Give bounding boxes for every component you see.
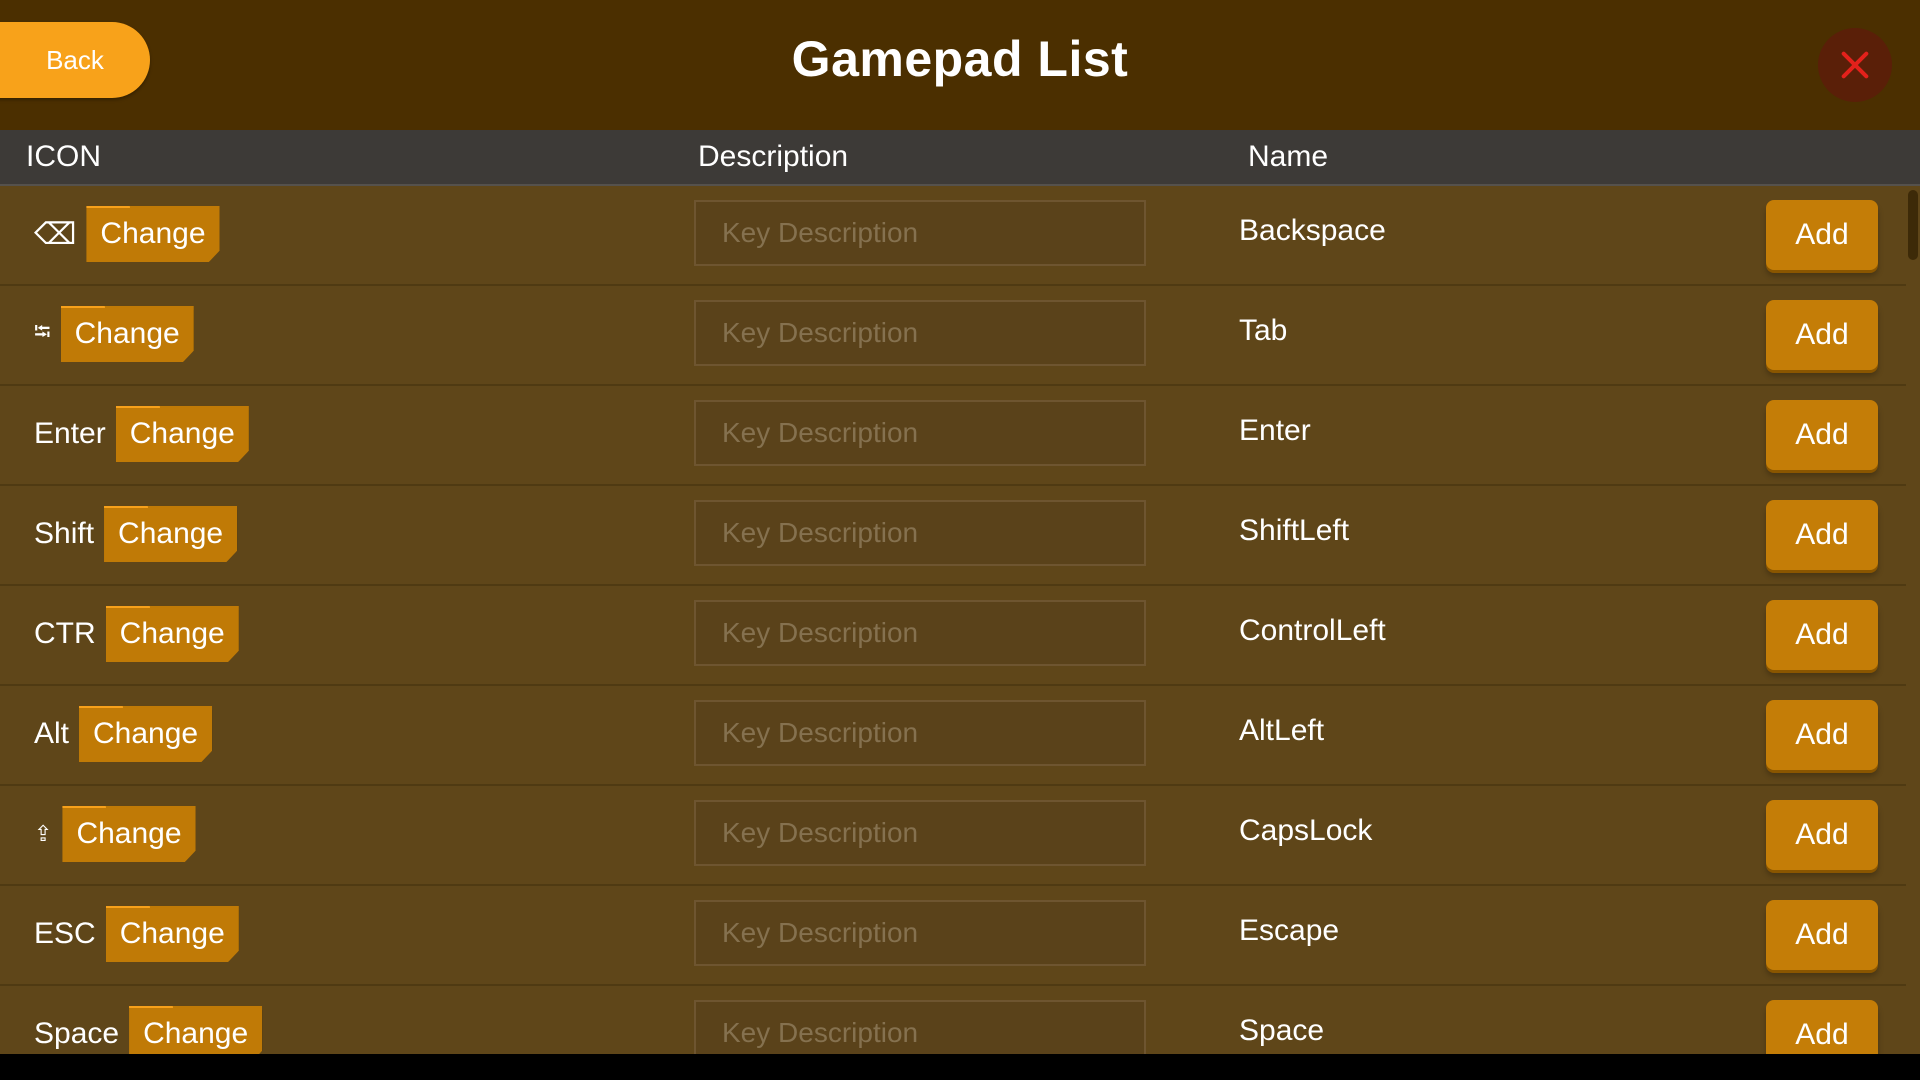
icon-cell: ⌫ Change — [34, 186, 220, 282]
key-description-input[interactable] — [694, 500, 1146, 566]
change-button-tab — [115, 406, 160, 408]
header-bar: Back Gamepad List — [0, 0, 1920, 130]
key-row: Space Change Space Add — [0, 986, 1906, 1054]
key-list[interactable]: ⌫ Change Backspace Add ⭾ Change Tab Add Enter Cha… — [0, 186, 1906, 1054]
key-name: Escape — [1239, 914, 1340, 947]
key-description-input[interactable] — [694, 300, 1146, 366]
icon-cell: Alt Change — [34, 686, 213, 782]
change-button[interactable]: Change — [86, 206, 220, 262]
key-row: ESC Change Escape Add — [0, 886, 1906, 986]
key-row: ⭾ Change Tab Add — [0, 286, 1906, 386]
tab-icon: ⭾ — [34, 319, 51, 344]
change-button[interactable]: Change — [129, 1006, 263, 1054]
change-button[interactable]: Change — [60, 306, 194, 362]
change-button-label: Change — [76, 817, 182, 850]
change-button[interactable]: Change — [104, 506, 238, 562]
enter-key-label: Enter — [34, 417, 106, 450]
change-button-tab — [129, 1006, 174, 1008]
column-header: ICON Description Name — [0, 130, 1920, 186]
change-button-label: Change — [129, 417, 235, 450]
key-description-input[interactable] — [694, 700, 1146, 766]
change-button-label: Change — [143, 1017, 249, 1050]
change-button-label: Change — [93, 717, 199, 750]
change-button-tab — [60, 306, 105, 308]
add-button[interactable]: Add — [1766, 700, 1878, 770]
escape-key-label: ESC — [34, 917, 96, 950]
change-button-label: Change — [119, 917, 225, 950]
scrollbar-thumb[interactable] — [1908, 190, 1918, 260]
key-description-input[interactable] — [694, 400, 1146, 466]
add-button[interactable]: Add — [1766, 1000, 1878, 1054]
key-description-input[interactable] — [694, 900, 1146, 966]
key-description-input[interactable] — [694, 600, 1146, 666]
add-button[interactable]: Add — [1766, 900, 1878, 970]
icon-cell: ⇪ Change — [34, 786, 196, 882]
scrollbar-track[interactable] — [1906, 186, 1920, 1054]
key-row: ⇪ Change CapsLock Add — [0, 786, 1906, 886]
key-row: Alt Change AltLeft Add — [0, 686, 1906, 786]
change-button-tab — [62, 806, 107, 808]
change-button-tab — [104, 506, 149, 508]
change-button-tab — [79, 706, 124, 708]
backspace-icon: ⌫ — [34, 217, 77, 251]
key-name: Enter — [1239, 414, 1311, 447]
key-name: Tab — [1239, 314, 1288, 347]
icon-cell: Enter Change — [34, 386, 249, 482]
key-row: ⌫ Change Backspace Add — [0, 186, 1906, 286]
close-icon — [1840, 50, 1870, 80]
add-button[interactable]: Add — [1766, 200, 1878, 270]
shift-key-label: Shift — [34, 517, 95, 550]
bottom-bar — [0, 1054, 1920, 1080]
icon-cell: CTR Change — [34, 586, 239, 682]
key-name: Space — [1239, 1014, 1325, 1047]
icon-cell: ESC Change — [34, 886, 239, 982]
icon-cell: Space Change — [34, 986, 263, 1054]
add-button[interactable]: Add — [1766, 400, 1878, 470]
capslock-icon: ⇪ — [34, 821, 53, 846]
change-button-tab — [86, 206, 131, 208]
icon-cell: ⭾ Change — [34, 286, 194, 382]
change-button-label: Change — [119, 617, 225, 650]
change-button-tab — [105, 606, 150, 608]
add-button[interactable]: Add — [1766, 300, 1878, 370]
column-header-name: Name — [1248, 140, 1329, 173]
key-name: ControlLeft — [1239, 614, 1386, 647]
change-button[interactable]: Change — [115, 406, 249, 462]
key-row: Enter Change Enter Add — [0, 386, 1906, 486]
key-description-input[interactable] — [694, 200, 1146, 266]
key-name: AltLeft — [1239, 714, 1325, 747]
alt-key-label: Alt — [34, 717, 70, 750]
change-button[interactable]: Change — [79, 706, 213, 762]
control-key-label: CTR — [34, 617, 96, 650]
key-row: CTR Change ControlLeft Add — [0, 586, 1906, 686]
change-button-label: Change — [118, 517, 224, 550]
gamepad-list-screen: Back Gamepad List ICON Description Name … — [0, 0, 1920, 1054]
change-button-label: Change — [100, 217, 206, 250]
space-key-label: Space — [34, 1017, 120, 1050]
add-button[interactable]: Add — [1766, 800, 1878, 870]
key-name: Backspace — [1239, 214, 1386, 247]
change-button[interactable]: Change — [105, 606, 239, 662]
key-description-input[interactable] — [694, 1000, 1146, 1054]
column-header-description: Description — [698, 140, 849, 173]
column-header-icon: ICON — [26, 140, 101, 173]
icon-cell: Shift Change — [34, 486, 238, 582]
change-button[interactable]: Change — [62, 806, 196, 862]
close-button[interactable] — [1818, 28, 1892, 102]
change-button[interactable]: Change — [105, 906, 239, 962]
key-name: CapsLock — [1239, 814, 1373, 847]
add-button[interactable]: Add — [1766, 600, 1878, 670]
key-row: Shift Change ShiftLeft Add — [0, 486, 1906, 586]
page-title: Gamepad List — [791, 31, 1129, 87]
add-button[interactable]: Add — [1766, 500, 1878, 570]
change-button-label: Change — [74, 317, 180, 350]
key-description-input[interactable] — [694, 800, 1146, 866]
key-name: ShiftLeft — [1239, 514, 1350, 547]
change-button-tab — [105, 906, 150, 908]
